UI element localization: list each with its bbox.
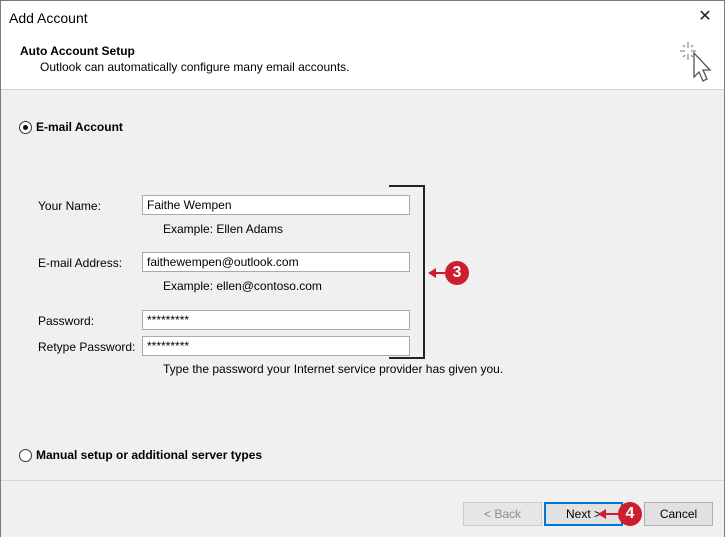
back-button[interactable]: < Back bbox=[463, 502, 542, 526]
wizard-content: E-mail Account Your Name: Faithe Wempen … bbox=[1, 90, 724, 480]
email-account-radio[interactable] bbox=[19, 121, 32, 134]
callout-3-arrowhead bbox=[428, 268, 436, 278]
wizard-footer: < Back Next > 4 Cancel bbox=[1, 480, 724, 537]
fields-bracket bbox=[389, 185, 425, 359]
window-title: Add Account bbox=[9, 10, 88, 26]
email-address-hint: Example: ellen@contoso.com bbox=[163, 279, 322, 293]
email-address-input[interactable]: faithewempen@outlook.com bbox=[142, 252, 410, 272]
email-address-label: E-mail Address: bbox=[38, 256, 123, 270]
callout-3-arrow bbox=[435, 272, 445, 274]
callout-3-badge: 3 bbox=[445, 261, 469, 285]
email-account-label[interactable]: E-mail Account bbox=[36, 120, 123, 134]
header-title: Auto Account Setup bbox=[20, 44, 135, 58]
add-account-dialog: Add Account ✕ Auto Account Setup Outlook… bbox=[0, 0, 725, 537]
close-icon[interactable]: ✕ bbox=[696, 8, 714, 26]
your-name-input[interactable]: Faithe Wempen bbox=[142, 195, 410, 215]
callout-4-arrowhead bbox=[598, 509, 606, 519]
callout-4-badge: 4 bbox=[618, 502, 642, 526]
password-label: Password: bbox=[38, 314, 95, 328]
wizard-header: Auto Account Setup Outlook can automatic… bbox=[1, 35, 724, 90]
cancel-button[interactable]: Cancel bbox=[644, 502, 713, 526]
header-subtitle: Outlook can automatically configure many… bbox=[40, 60, 350, 74]
password-hint: Type the password your Internet service … bbox=[163, 362, 504, 376]
password-input[interactable]: ********* bbox=[142, 310, 410, 330]
retype-password-input[interactable]: ********* bbox=[142, 336, 410, 356]
callout-4-arrow bbox=[604, 513, 618, 515]
manual-setup-label[interactable]: Manual setup or additional server types bbox=[36, 448, 262, 462]
retype-password-label: Retype Password: bbox=[38, 340, 136, 354]
wizard-cursor-icon bbox=[680, 42, 712, 82]
title-bar: Add Account ✕ bbox=[1, 1, 724, 35]
your-name-label: Your Name: bbox=[38, 199, 101, 213]
manual-setup-radio[interactable] bbox=[19, 449, 32, 462]
your-name-hint: Example: Ellen Adams bbox=[163, 222, 284, 236]
